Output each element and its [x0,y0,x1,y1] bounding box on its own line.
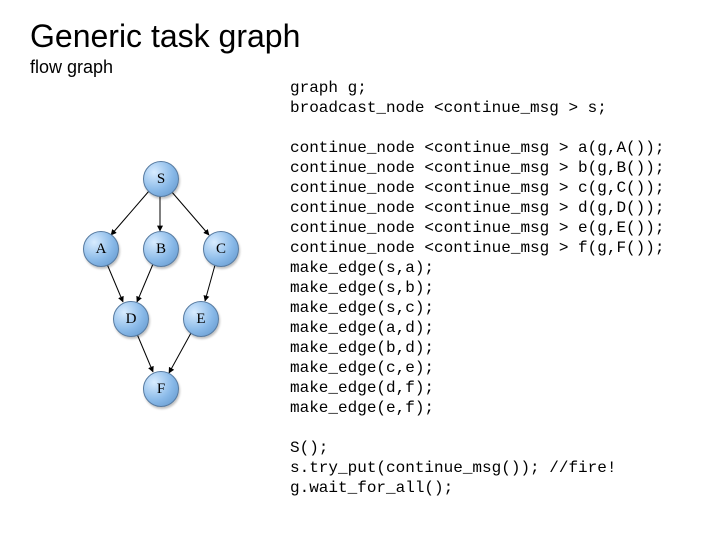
code-block-init: graph g; broadcast_node <continue_msg > … [290,79,607,117]
page-subtitle: flow graph [30,57,690,78]
page-title: Generic task graph [30,18,690,55]
node-label: F [157,381,165,398]
diagram-container: S A B C D E F [30,78,290,438]
graph-node-b: B [143,231,179,267]
graph-node-d: D [113,301,149,337]
node-label: B [156,241,166,258]
node-label: E [196,311,205,328]
node-label: C [216,241,226,258]
node-label: A [96,241,107,258]
slide: Generic task graph flow graph [0,0,720,540]
code-block-run: S(); s.try_put(continue_msg()); //fire! … [290,439,616,497]
graph-node-s: S [143,161,179,197]
code-listing: graph g; broadcast_node <continue_msg > … [290,78,690,498]
graph-node-c: C [203,231,239,267]
node-label: D [126,311,137,328]
graph-node-e: E [183,301,219,337]
code-block-nodes-edges: continue_node <continue_msg > a(g,A()); … [290,139,664,417]
graph-node-f: F [143,371,179,407]
content-row: S A B C D E F graph g; broadcast_node <c… [30,78,690,498]
graph-node-a: A [83,231,119,267]
node-label: S [157,171,165,188]
flow-graph-diagram: S A B C D E F [70,158,250,438]
